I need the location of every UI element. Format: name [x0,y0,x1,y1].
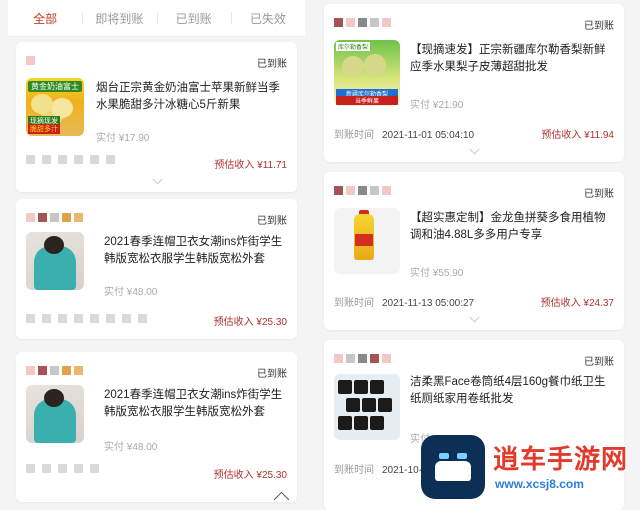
thumb-label: 黄金奶油富士 [28,81,82,92]
estimated-income: 预估收入 ¥11.71 [214,160,287,171]
thumb-label: 库尔勒香梨 [336,42,371,51]
product-title[interactable]: 2021春季连帽卫衣女潮ins炸街学生韩版宽松衣服学生韩版宽松外套 [104,387,287,421]
order-card[interactable]: 已到账 【超实惠定制】金龙鱼拼葵多食用植物调和油4.88L多多用户专享 实付 ¥… [324,172,624,330]
order-tabs: 全部 即将到账 已到账 已失效 [8,0,305,37]
tab-all[interactable]: 全部 [8,10,82,27]
shop-name-blurred [26,366,83,375]
arrival-time: 到账时间 2021-11-13 05:00:27 [334,294,474,309]
tab-expired[interactable]: 已失效 [230,10,305,27]
tissue-roll-icon [354,380,368,394]
arrival-time: 到账时间 2021-10-3 [334,461,428,476]
chevron-down-icon[interactable] [469,144,480,155]
person-icon [44,236,64,254]
shop-name-blurred [334,18,391,27]
blurred-info [26,314,147,323]
product-thumbnail[interactable] [26,385,84,443]
bottle-label-icon [355,234,373,246]
person-icon [44,389,64,407]
arrival-value: 2021-11-01 05:04:10 [382,130,475,141]
product-title[interactable]: 2021春季连帽卫衣女潮ins炸街学生韩版宽松衣服学生韩版宽松外套 [104,234,287,268]
headlight-icon [457,453,467,459]
blurred-info [26,464,99,473]
chevron-down-icon[interactable] [469,312,480,323]
tab-upcoming[interactable]: 即将到账 [82,10,156,27]
tissue-roll-icon [362,398,376,412]
blurred-info [26,155,115,164]
shop-name-blurred [26,213,83,222]
tissue-roll-icon [378,398,392,412]
site-watermark: 逍车手游网 www.xcsj8.com [421,433,636,503]
product-thumbnail[interactable]: 黄金奶油富士 现摘现发 脆甜多汁 [26,78,84,136]
arrival-label: 到账时间 [334,298,374,309]
paid-amount: 实付 ¥55.90 [410,268,464,279]
watermark-title: 逍车手游网 [493,444,629,474]
arrival-label: 到账时间 [334,465,374,476]
tissue-roll-icon [370,380,384,394]
paid-amount: 实付 ¥48.00 [104,287,158,298]
thumb-label: 脆甜多汁 [28,124,60,134]
status-badge: 已到账 [257,59,287,70]
headlight-icon [439,453,449,459]
chevron-down-icon[interactable] [152,174,162,185]
watermark-url: www.xcsj8.com [495,477,584,491]
arrival-time: 到账时间 2021-11-01 05:04:10 [334,126,474,141]
status-badge: 已到账 [584,189,614,200]
estimated-income: 预估收入 ¥24.37 [540,298,614,309]
apple-icon [31,94,53,114]
shop-name-blurred [334,186,391,195]
shop-name-blurred [26,56,35,65]
order-card[interactable]: 已到账 2021春季连帽卫衣女潮ins炸街学生韩版宽松衣服学生韩版宽松外套 实付… [16,199,297,339]
status-badge: 已到账 [584,21,614,32]
pear-icon [342,56,364,78]
shop-name-blurred [334,354,391,363]
product-title[interactable]: 【超实惠定制】金龙鱼拼葵多食用植物调和油4.88L多多用户专享 [410,210,614,244]
tissue-roll-icon [338,380,352,394]
product-thumbnail[interactable] [26,232,84,290]
order-card[interactable]: 已到账 库尔勒香梨 新疆库尔勒香梨 当季鲜果 【现摘速发】正宗新疆库尔勒香梨新鲜… [324,4,624,162]
tab-arrived[interactable]: 已到账 [156,10,231,27]
product-thumbnail[interactable] [334,208,400,274]
tissue-roll-icon [370,416,384,430]
app-logo-icon [421,435,485,499]
product-thumbnail[interactable] [334,374,400,440]
tissue-roll-icon [354,416,368,430]
tissue-roll-icon [346,398,360,412]
pear-icon [364,54,386,76]
product-thumbnail[interactable]: 库尔勒香梨 新疆库尔勒香梨 当季鲜果 [334,40,400,106]
product-title[interactable]: 【现摘速发】正宗新疆库尔勒香梨新鲜应季水果梨子皮薄超甜批发 [410,42,614,76]
paid-amount: 实付 ¥17.90 [96,133,150,144]
product-title[interactable]: 洁柔黑Face卷筒纸4层160g餐巾纸卫生纸厕纸家用卷纸批发 [410,374,614,408]
thumb-label: 当季鲜果 [336,96,398,105]
status-badge: 已到账 [257,216,287,227]
tissue-roll-icon [338,416,352,430]
order-card[interactable]: 已到账 2021春季连帽卫衣女潮ins炸街学生韩版宽松衣服学生韩版宽松外套 实付… [16,352,297,502]
estimated-income: 预估收入 ¥25.30 [213,317,287,328]
paid-amount: 实付 ¥48.00 [104,442,158,453]
estimated-income: 预估收入 ¥11.94 [541,130,614,141]
order-card[interactable]: 已到账 黄金奶油富士 现摘现发 脆甜多汁 烟台正宗黄金奶油富士苹果新鲜当季水果脆… [16,42,297,192]
arrival-label: 到账时间 [334,130,374,141]
product-title[interactable]: 烟台正宗黄金奶油富士苹果新鲜当季水果脆甜多汁冰糖心5斤新果 [96,80,287,114]
paid-amount: 实付 ¥21.90 [410,100,464,111]
arrival-value: 2021-11-13 05:00:27 [382,298,475,309]
status-badge: 已到账 [257,369,287,380]
car-icon [435,461,471,481]
estimated-income: 预估收入 ¥25.30 [213,470,287,481]
status-badge: 已到账 [584,357,614,368]
left-column: 全部 即将到账 已到账 已失效 已到账 黄金奶油富士 现摘现发 脆甜多汁 烟台正… [8,0,305,508]
